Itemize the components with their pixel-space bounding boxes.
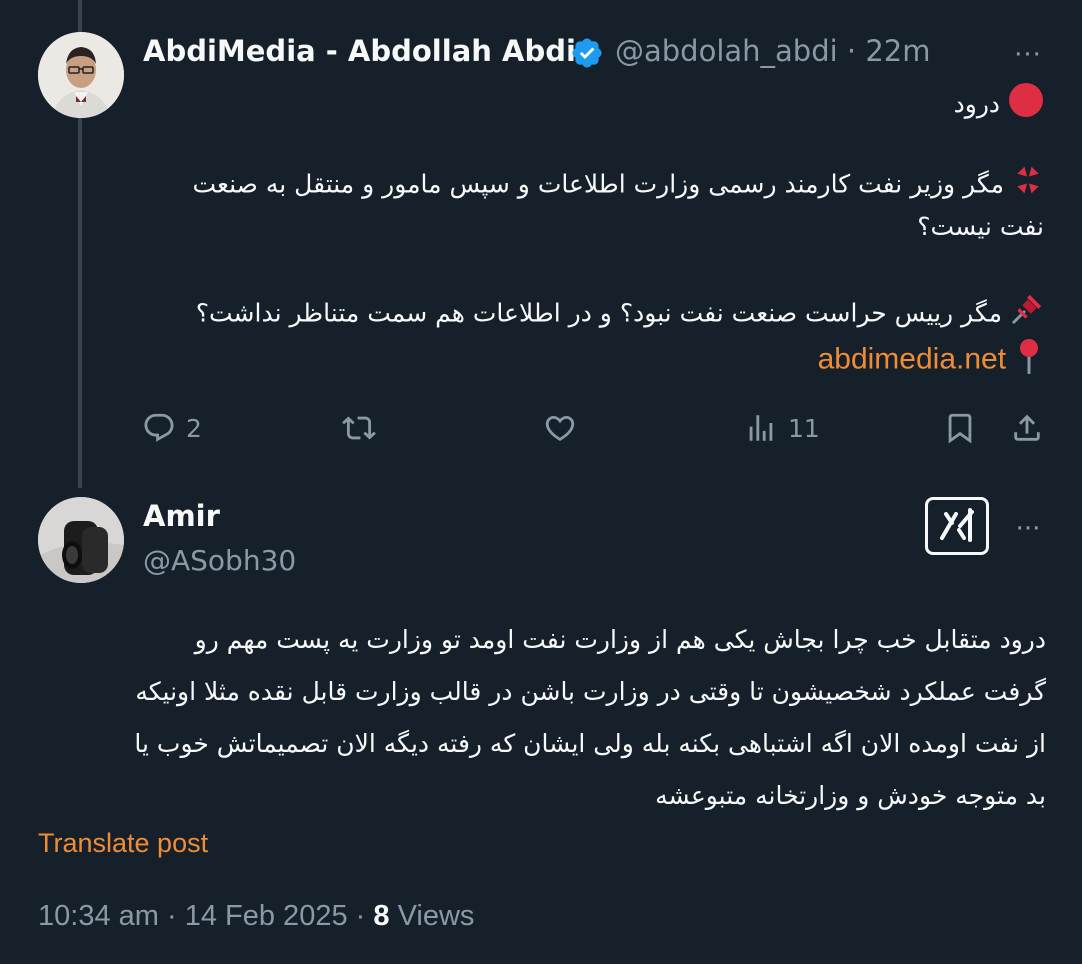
views-count: 11 — [788, 413, 820, 443]
share-button[interactable] — [1010, 408, 1044, 448]
tweet-text-line: مگر وزیر نفت کارمند رسمی وزارت اطلاعات و… — [193, 164, 1045, 207]
tweet-text-line: از نفت اومده الان اگه اشتباهی بکنه بله و… — [134, 729, 1046, 758]
anger-symbol-icon — [1012, 164, 1044, 207]
tweet-text-line: درود — [954, 82, 1044, 129]
reply-button[interactable]: 2 — [142, 408, 202, 448]
views-button[interactable]: 11 — [744, 408, 820, 448]
avatar[interactable] — [38, 32, 124, 118]
grok-icon[interactable] — [925, 497, 989, 555]
views-count: 8 — [373, 900, 390, 932]
reply-count: 2 — [186, 413, 202, 443]
more-options-icon[interactable]: ··· — [1010, 40, 1046, 70]
tweet-text-line: بد متوجه خودش و وزارتخانه متبوعشه — [655, 781, 1046, 810]
round-pushpin-icon — [1014, 338, 1044, 385]
handle[interactable]: @ASobh30 — [143, 544, 296, 577]
tweet-text-line: نفت نیست؟ — [917, 212, 1044, 241]
bookmark-button[interactable] — [943, 408, 977, 448]
repost-button[interactable] — [342, 408, 376, 448]
tweet-meta: 10:34 am · 14 Feb 2025 · 8 Views — [38, 900, 474, 933]
like-button[interactable] — [543, 408, 577, 448]
tweet-link-line: abdimedia.net — [818, 338, 1044, 385]
post-date[interactable]: 14 Feb 2025 — [185, 900, 348, 932]
post-time[interactable]: 10:34 am — [38, 900, 159, 932]
display-name[interactable]: AbdiMedia - Abdollah Abdi — [143, 34, 576, 68]
bookmark-icon — [948, 413, 972, 444]
red-circle-icon — [1008, 82, 1044, 129]
views-label: Views — [397, 900, 475, 932]
reply-icon — [144, 413, 174, 442]
timestamp[interactable]: 22m — [865, 34, 930, 68]
tweet-text-line: گرفت عملکرد شخصیشون تا وقتی در وزارت باش… — [135, 677, 1046, 706]
share-icon — [1014, 414, 1040, 441]
external-link[interactable]: abdimedia.net — [818, 343, 1006, 376]
handle[interactable]: @abdolah_abdi — [615, 34, 838, 68]
verified-badge-icon[interactable] — [570, 36, 604, 70]
separator-dot: · — [846, 34, 857, 68]
avatar[interactable] — [38, 497, 124, 583]
repost-icon — [342, 416, 376, 440]
separator-dot: · — [355, 900, 366, 932]
analytics-icon — [749, 415, 773, 441]
display-name[interactable]: Amir — [143, 499, 220, 533]
more-options-icon[interactable]: ··· — [1010, 514, 1046, 544]
handle-and-time[interactable]: @abdolah_abdi · 22m — [615, 34, 931, 68]
tweet-text-line: درود متقابل خب چرا بجاش یکی هم از وزارت … — [194, 625, 1046, 654]
heart-icon — [545, 415, 575, 441]
translate-post-link[interactable]: Translate post — [38, 828, 208, 859]
pushpin-icon — [1010, 292, 1044, 337]
tweet-text-line: مگر رییس حراست صنعت نفت نبود؟ و در اطلاع… — [196, 292, 1044, 337]
separator-dot: · — [166, 900, 177, 932]
